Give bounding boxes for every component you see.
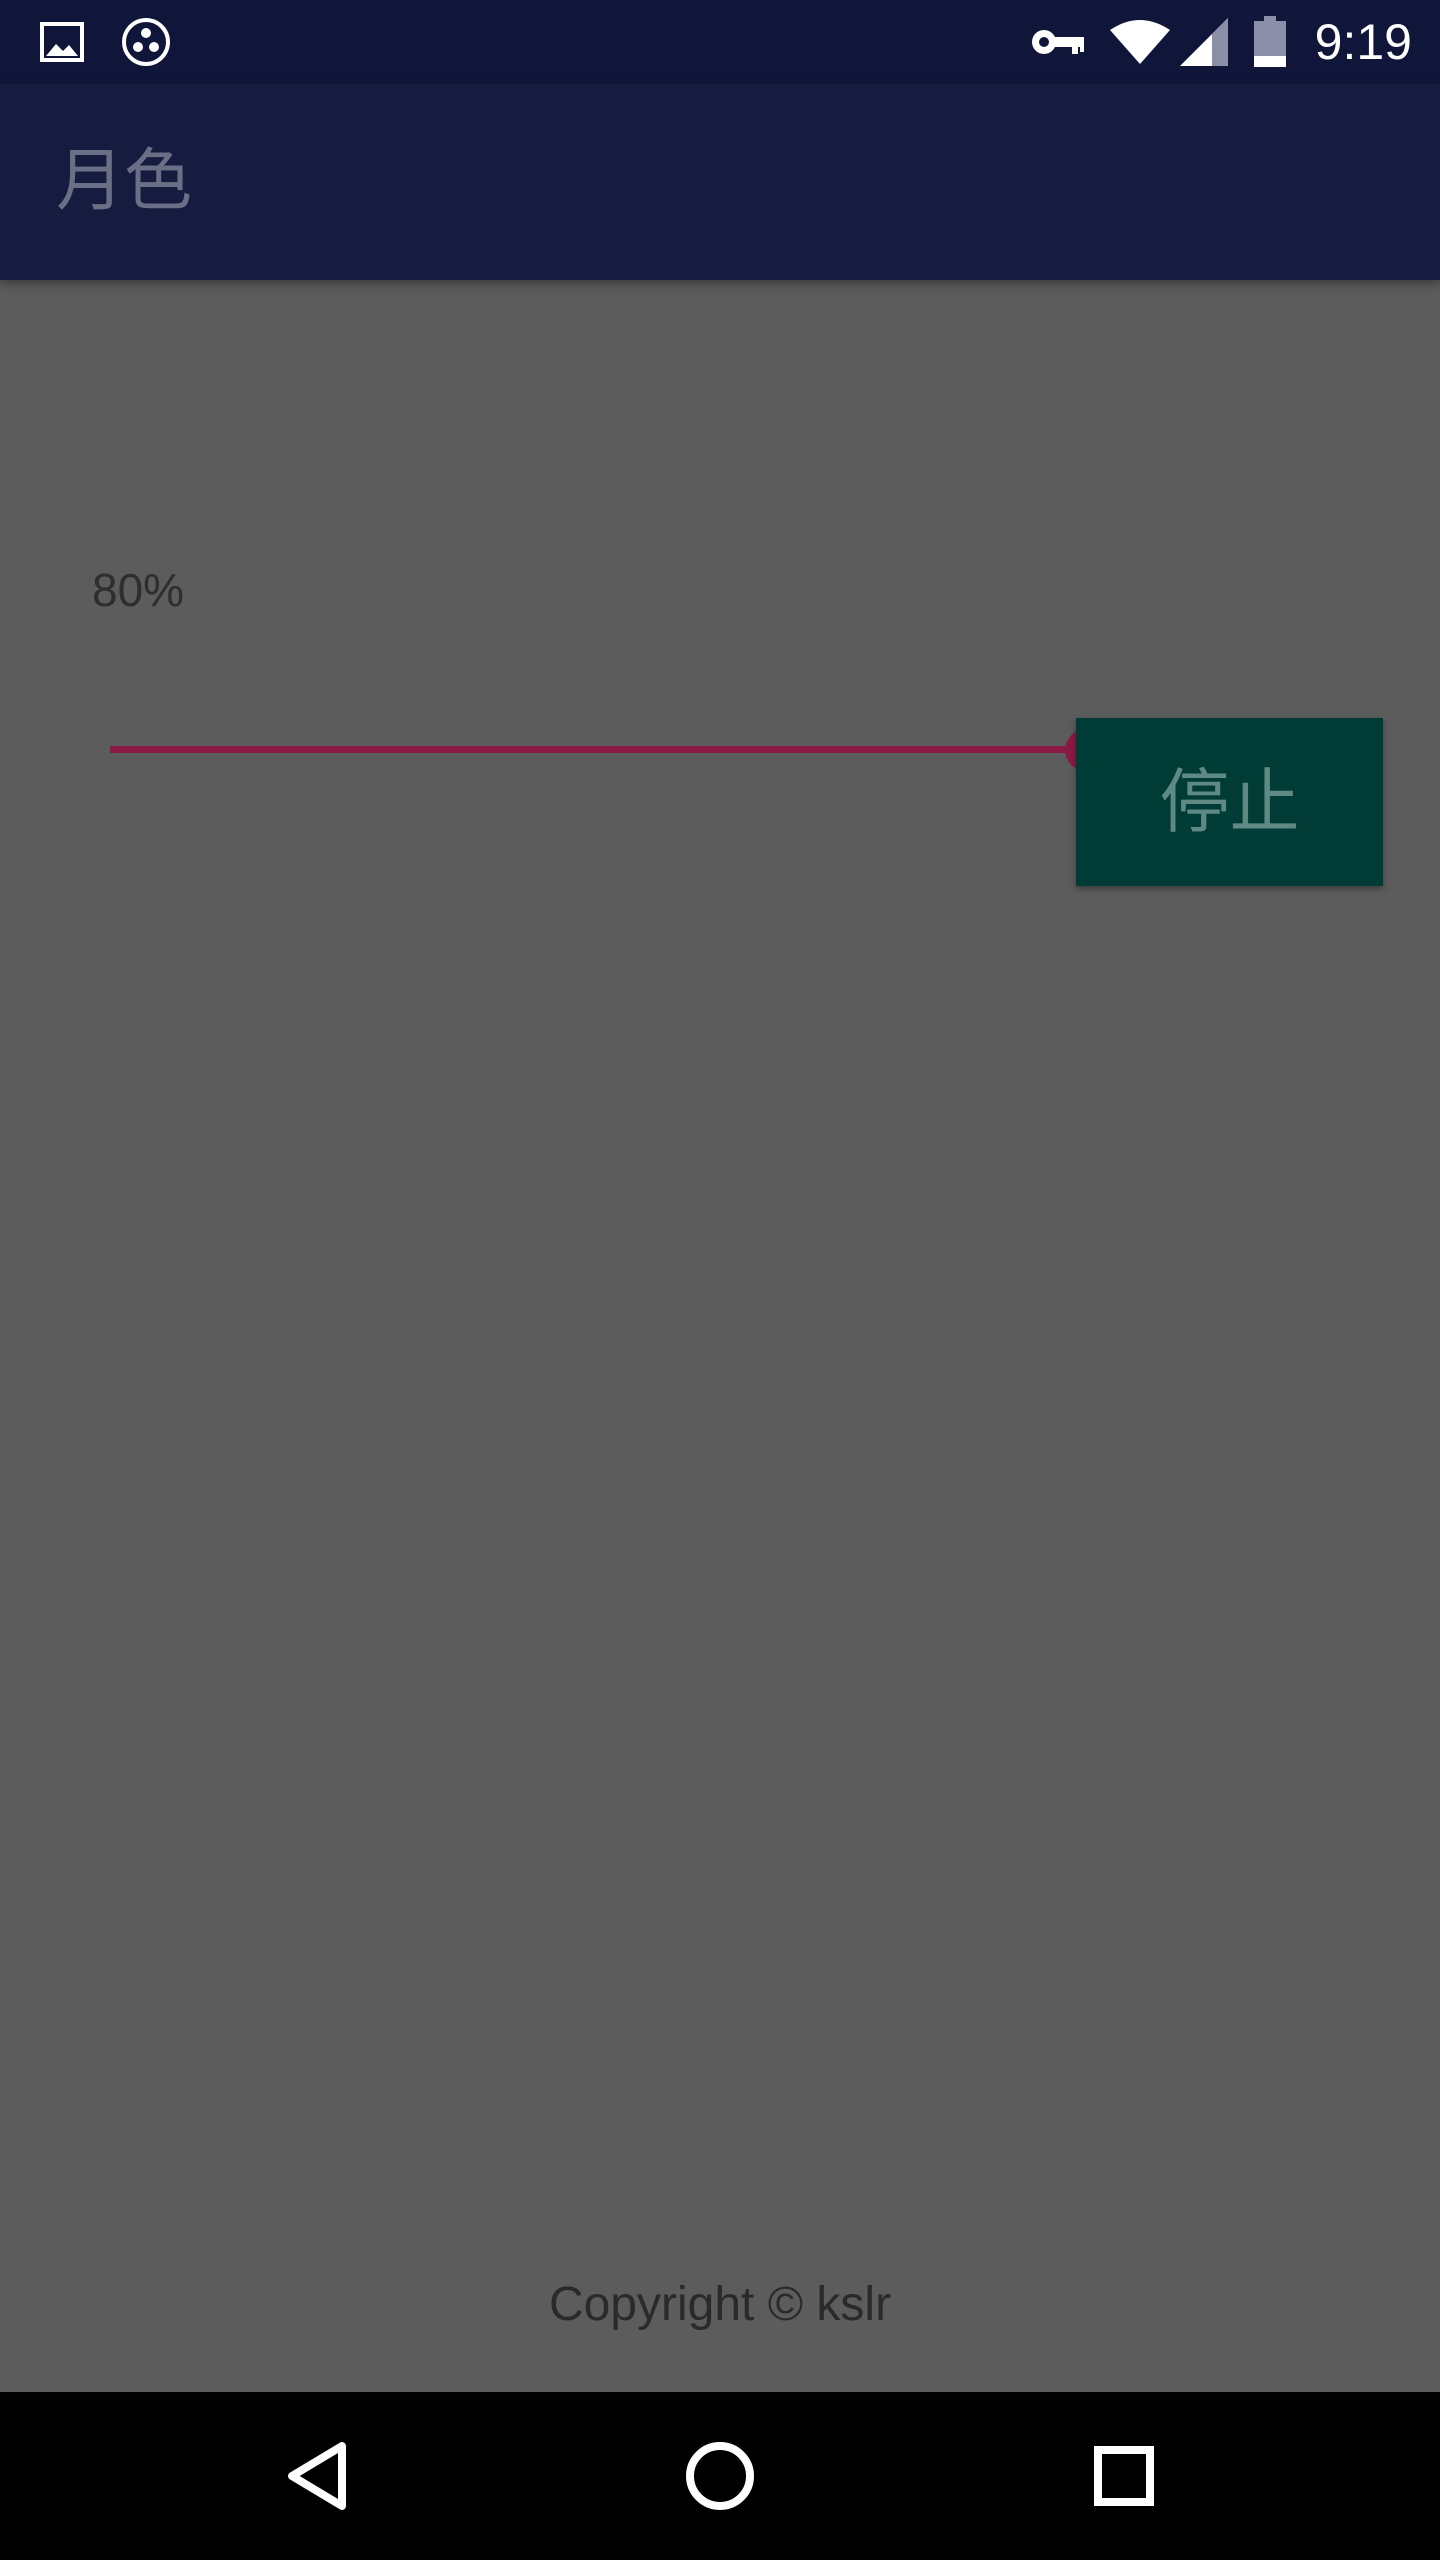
stop-button[interactable]: 停止: [1076, 718, 1383, 886]
navigation-bar: [0, 2392, 1440, 2560]
battery-icon: [1254, 16, 1286, 67]
cellular-signal-icon: [1180, 18, 1228, 66]
home-icon[interactable]: [660, 2416, 780, 2536]
apps-dots-icon: [122, 18, 170, 66]
vpn-key-icon: [1032, 30, 1084, 54]
status-bar: 9:19: [0, 0, 1440, 84]
slider-fill: [110, 746, 1086, 753]
status-time: 9:19: [1314, 14, 1412, 70]
copyright-text: Copyright © kslr: [548, 2278, 892, 2331]
image-icon: [40, 22, 84, 62]
app-bar: 月色: [0, 84, 1440, 280]
app-title: 月色: [56, 142, 193, 221]
percent-label: 80%: [92, 564, 185, 616]
wifi-icon: [1110, 20, 1170, 64]
main-content: [0, 280, 1440, 2392]
back-icon[interactable]: [256, 2416, 376, 2536]
recents-icon[interactable]: [1064, 2416, 1184, 2536]
